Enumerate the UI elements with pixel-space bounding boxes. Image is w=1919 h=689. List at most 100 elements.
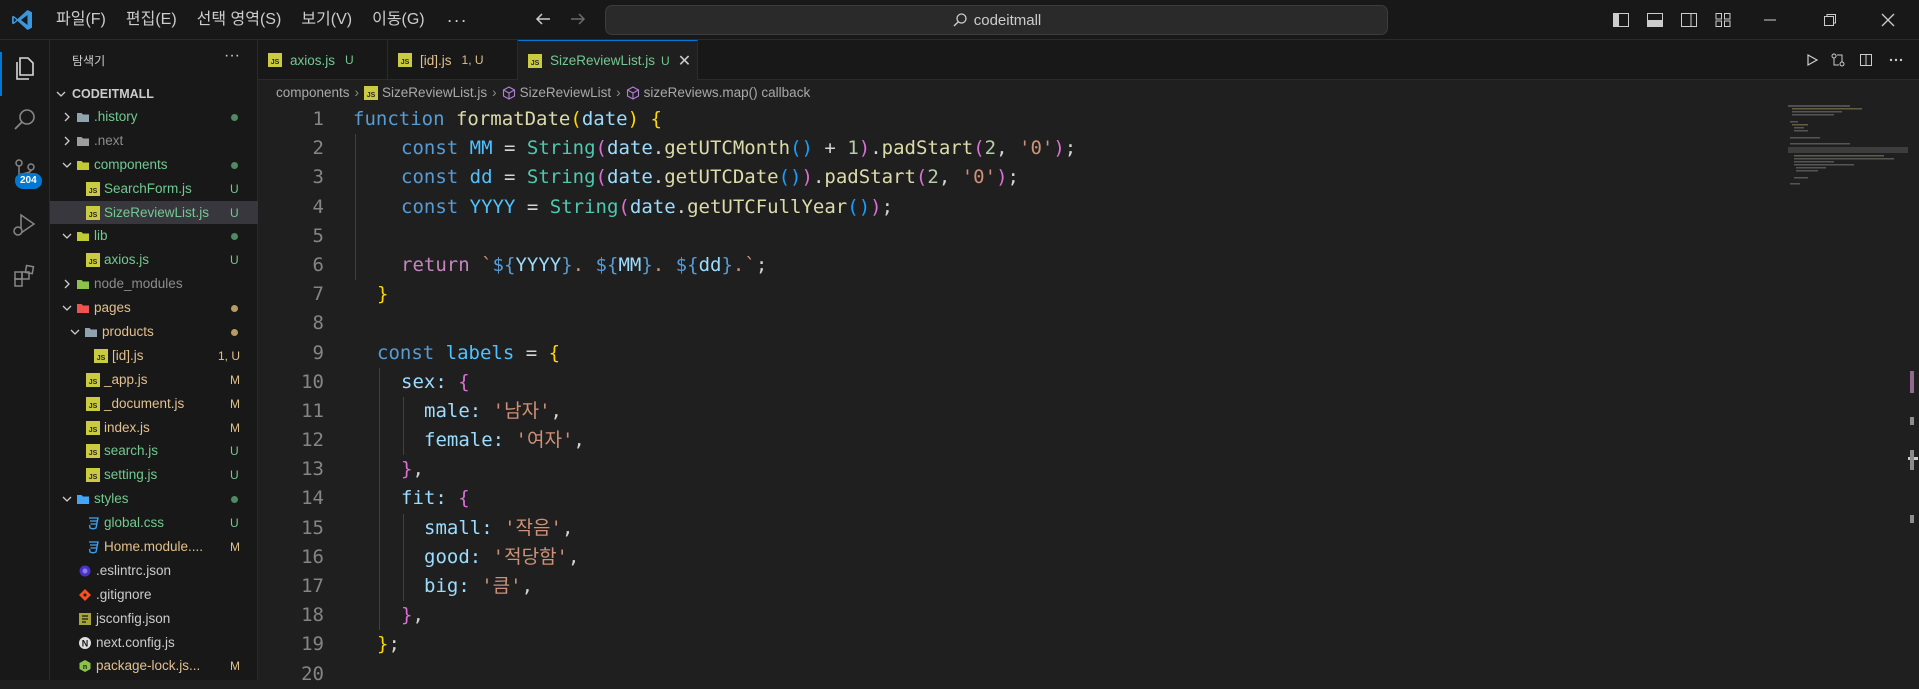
chevron-down-icon[interactable]: [62, 494, 72, 504]
svg-text:JS: JS: [89, 474, 98, 481]
svg-text:JS: JS: [89, 450, 98, 457]
tree-item[interactable]: n package-lock.js... M: [50, 654, 258, 678]
restore-icon[interactable]: [1820, 10, 1840, 30]
menu-file[interactable]: 파일(F): [46, 7, 116, 33]
nextjs-file-icon: N: [79, 636, 91, 649]
customize-layout-icon[interactable]: [1713, 10, 1733, 30]
menu-bar: 파일(F) 편집(E) 선택 영역(S) 보기(V) 이동(G) ···: [46, 0, 480, 40]
breadcrumb: components › JS SizeReviewList.js › Size…: [258, 80, 1919, 105]
code-line: 6 return `${YYYY}. ${MM}. ${dd}.`;: [258, 250, 1758, 281]
code-line: 2 const MM = String(date.getUTCMonth() + …: [258, 134, 1758, 164]
menu-edit[interactable]: 편집(E): [116, 7, 187, 33]
extensions-icon[interactable]: [11, 262, 39, 290]
code-line: 4 const YYYY = String(date.getUTCFullYear…: [258, 192, 1758, 222]
explorer-icon[interactable]: [11, 54, 39, 82]
tree-item[interactable]: JS SearchForm.js U: [50, 177, 258, 201]
tree-item[interactable]: Home.module.... M: [50, 535, 258, 559]
tree-item[interactable]: JS search.js U: [50, 439, 258, 463]
tree-item[interactable]: node_modules: [50, 272, 258, 296]
tree-item[interactable]: .history: [50, 105, 258, 129]
tree-item[interactable]: Nnext.config.js: [50, 631, 258, 655]
code-line: 11 male: '남자',: [258, 396, 1758, 427]
tree-item[interactable]: JS _app.js M: [50, 368, 258, 392]
tab-id[interactable]: JS [id].js 1, U: [388, 40, 518, 80]
code-editor[interactable]: 1 function formatDate(date) { 2 const MM =…: [258, 105, 1758, 685]
tree-item[interactable]: .next: [50, 129, 258, 153]
more-actions-icon[interactable]: [1888, 52, 1904, 68]
scrollbar-marker: [1910, 371, 1914, 393]
tree-item[interactable]: .eslintrc.json: [50, 559, 258, 583]
git-status: U: [230, 205, 239, 220]
breadcrumb-callback[interactable]: sizeReviews.map() callback: [644, 85, 811, 100]
tree-item-label: .history: [94, 109, 138, 124]
breadcrumb-folder[interactable]: components: [276, 85, 350, 100]
run-debug-icon[interactable]: [11, 210, 39, 238]
minimize-icon[interactable]: [1760, 10, 1780, 30]
tree-item[interactable]: JS index.js M: [50, 416, 258, 440]
tree-item[interactable]: styles: [50, 487, 258, 511]
chevron-down-icon[interactable]: [62, 303, 72, 313]
code-line: 14 fit: {: [258, 484, 1758, 514]
code-line: 8: [258, 309, 1758, 338]
breadcrumb-file[interactable]: SizeReviewList.js: [382, 85, 487, 100]
tree-item[interactable]: components: [50, 153, 258, 177]
line-number: 17: [301, 575, 324, 597]
tree-item[interactable]: products: [50, 320, 258, 344]
explorer-more-button[interactable]: ···: [224, 47, 240, 65]
line-number: 7: [312, 283, 324, 306]
chevron-down-icon[interactable]: [62, 231, 72, 241]
menu-more-button[interactable]: ···: [435, 10, 480, 31]
tree-item-label: node_modules: [94, 276, 183, 292]
search-icon[interactable]: [11, 106, 39, 134]
chevron-down-icon[interactable]: [62, 160, 72, 170]
toggle-secondary-sidebar-icon[interactable]: [1679, 10, 1699, 30]
code-line: 3 const dd = String(date.getUTCDate()).pa…: [258, 163, 1758, 193]
tab-close-icon[interactable]: ✕: [678, 51, 691, 71]
tree-item[interactable]: JS _document.js M: [50, 392, 258, 416]
tab-axios[interactable]: JS axios.js U: [258, 40, 388, 80]
menu-selection[interactable]: 선택 영역(S): [187, 7, 292, 33]
git-status: M: [230, 540, 240, 555]
tree-item[interactable]: JS [id].js 1, U: [50, 344, 258, 368]
split-editor-icon[interactable]: [1858, 52, 1874, 68]
indent-guide: [379, 367, 380, 397]
tree-item[interactable]: .gitignore: [50, 583, 258, 607]
tab-sizereviewlist[interactable]: JS SizeReviewList.js U ✕: [518, 40, 698, 80]
git-status: 1, U: [218, 348, 241, 363]
tree-item[interactable]: jsconfig.json: [50, 607, 258, 631]
back-arrow-icon[interactable]: [533, 9, 553, 29]
compare-changes-icon[interactable]: [1830, 52, 1846, 68]
breadcrumb-separator: ›: [354, 85, 360, 100]
toggle-panel-icon[interactable]: [1645, 10, 1665, 30]
git-status: M: [230, 396, 240, 411]
scrollbar-marker: [1910, 450, 1914, 470]
chevron-down-icon[interactable]: [70, 327, 80, 337]
menu-view[interactable]: 보기(V): [291, 7, 362, 33]
minimap[interactable]: [1788, 105, 1908, 200]
close-window-icon[interactable]: [1878, 10, 1898, 30]
code-text: return `${YYYY}. ${MM}. ${dd}.`;: [401, 253, 768, 276]
workspace-root[interactable]: CODEITMALL: [50, 83, 258, 105]
tree-item[interactable]: JS SizeReviewList.js U: [50, 200, 258, 225]
tree-item[interactable]: global.css U: [50, 511, 258, 535]
chevron-right-icon[interactable]: [62, 112, 72, 122]
scrollbar-marker: [1910, 515, 1914, 523]
chevron-right-icon[interactable]: [62, 136, 72, 146]
tree-item[interactable]: pages: [50, 296, 258, 320]
code-text: const dd = String(date.getUTCDate()).pad…: [401, 166, 1019, 189]
activity-bar: 204: [0, 40, 50, 680]
run-file-icon[interactable]: [1804, 52, 1820, 68]
tree-item[interactable]: JS setting.js U: [50, 463, 258, 487]
tree-item-label: SizeReviewList.js: [104, 204, 210, 220]
tree-item[interactable]: lib: [50, 224, 258, 248]
tree-item-label: .eslintrc.json: [96, 562, 172, 578]
toggle-primary-sidebar-icon[interactable]: [1611, 10, 1631, 30]
menu-go[interactable]: 이동(G): [362, 7, 435, 33]
breadcrumb-symbol[interactable]: SizeReviewList: [520, 85, 612, 100]
forward-arrow-icon[interactable]: [568, 9, 588, 29]
editor-scrollbar[interactable]: [1908, 105, 1919, 680]
chevron-right-icon[interactable]: [62, 279, 72, 289]
command-center-search[interactable]: codeitmall: [605, 5, 1388, 35]
tree-item[interactable]: JS axios.js U: [50, 248, 258, 272]
folder-icon: [77, 280, 89, 290]
